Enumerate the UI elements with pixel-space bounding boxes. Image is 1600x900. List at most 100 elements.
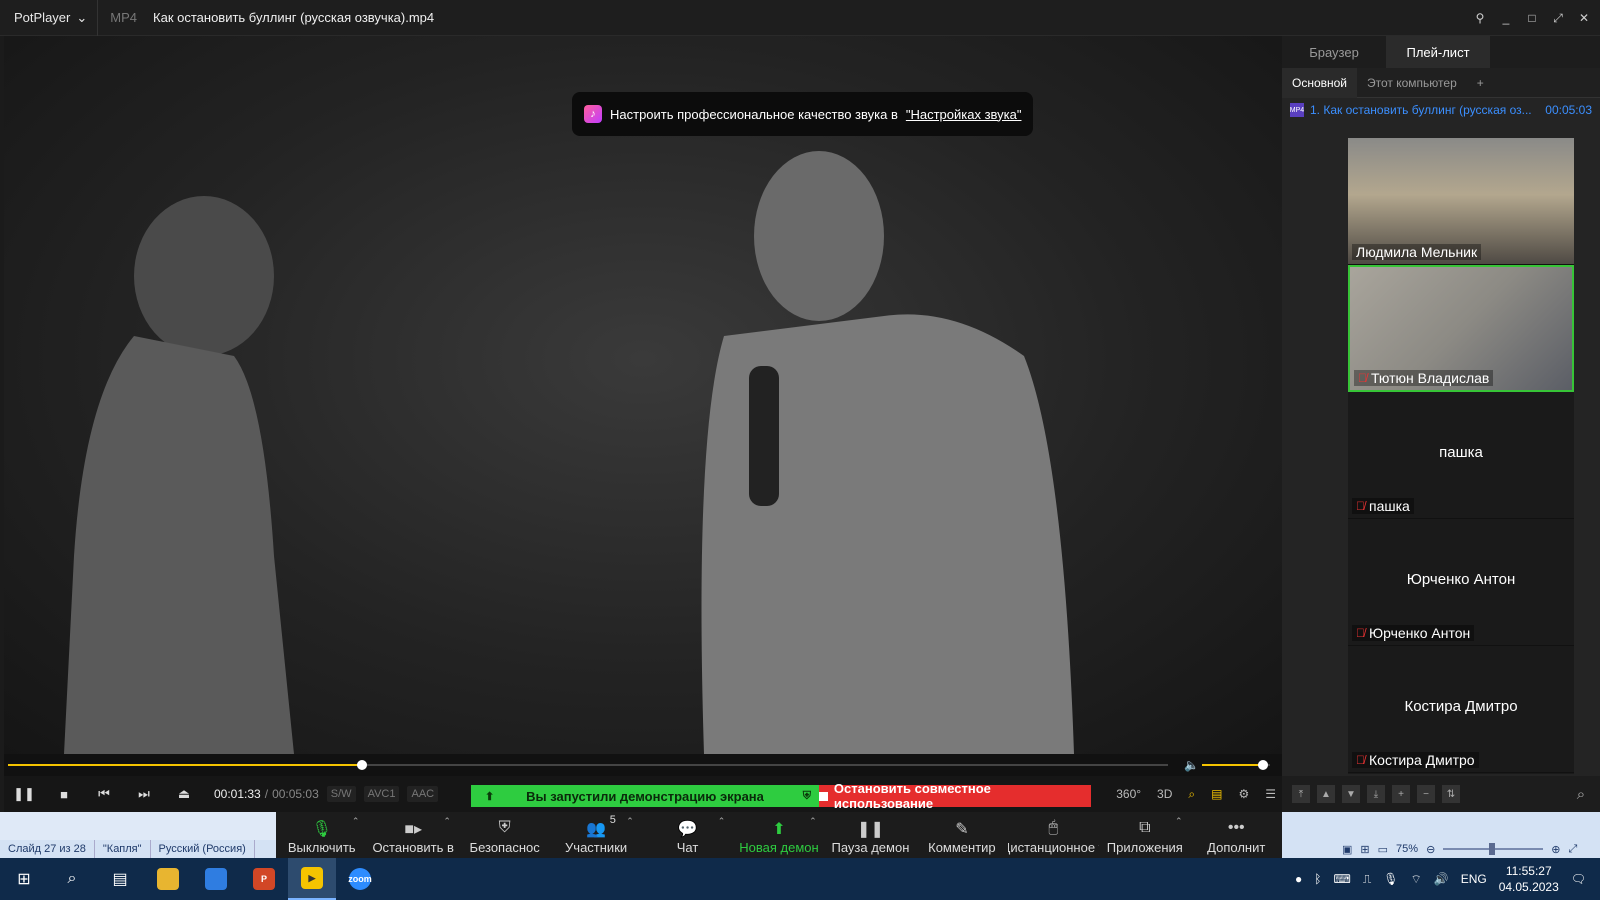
settings-icon[interactable]: ⚙ (1238, 787, 1249, 801)
slide-sorter-icon[interactable]: ⊞ (1360, 843, 1369, 856)
language-indicator[interactable]: Русский (Россия) (151, 840, 255, 858)
video-button[interactable]: ■▸ ⌃ Остановить в (367, 812, 458, 858)
3d-button[interactable]: 3D (1157, 787, 1172, 801)
close-button[interactable]: ✕ (1576, 10, 1592, 26)
move-bottom-icon[interactable]: ⤓ (1367, 785, 1385, 803)
eject-button[interactable]: ⏏ (164, 776, 204, 812)
camera-icon: ■▸ (404, 821, 423, 838)
maximize-button[interactable]: □ (1524, 10, 1540, 26)
volume-icon[interactable]: 🔈 (1184, 758, 1199, 772)
zoom-app-icon[interactable]: zoom (336, 858, 384, 900)
stop-button[interactable]: ■ (44, 776, 84, 812)
subtitle-icon[interactable]: ▤ (1211, 787, 1222, 801)
slide-indicator: Слайд 27 из 28 (0, 840, 95, 858)
usb-icon[interactable]: ⎍ (1363, 872, 1371, 887)
menu-icon[interactable]: ☰ (1265, 787, 1276, 801)
zoom-search-icon[interactable]: ⌕ (1188, 787, 1195, 802)
bluetooth-icon[interactable]: ᛒ (1314, 872, 1321, 886)
participant-tile[interactable]: Костира Дмитро 🎙̸ Костира Дмитро (1348, 646, 1574, 773)
keyboard-language[interactable]: ENG (1461, 872, 1487, 886)
caret-icon[interactable]: ⌃ (443, 816, 451, 827)
app-menu-button[interactable]: PotPlayer ⌄ (0, 0, 99, 36)
start-button[interactable]: ⊞ (0, 858, 48, 900)
participant-tile[interactable]: Юрченко Антон 🎙̸ Юрченко Антон (1348, 519, 1574, 646)
chat-button[interactable]: 💬 ⌃ Чат (642, 812, 733, 858)
participant-tile[interactable]: 🎙̸ Тютюн Владислав (1348, 265, 1574, 392)
normal-view-icon[interactable]: ▣ (1342, 843, 1352, 856)
file-explorer-icon[interactable] (144, 858, 192, 900)
caret-icon[interactable]: ⌃ (626, 816, 634, 827)
zoom-level[interactable]: 75% (1396, 843, 1418, 855)
video-area[interactable]: ♪ Настроить профессиональное качество зв… (4, 36, 1282, 754)
tag-video-codec[interactable]: AVC1 (363, 786, 400, 802)
annotate-button[interactable]: ✎ Комментир (916, 812, 1007, 858)
task-view-icon[interactable]: ▤ (96, 858, 144, 900)
chevron-down-icon: ⌄ (76, 9, 88, 25)
security-button[interactable]: ⛨ Безопаснос (459, 812, 550, 858)
zoom-slider[interactable] (1443, 843, 1544, 855)
caret-icon[interactable]: ⌃ (718, 816, 726, 827)
sharing-indicator[interactable]: ⬆ Вы запустили демонстрацию экрана ⛨ (471, 785, 819, 807)
sort-icon[interactable]: ⇅ (1442, 785, 1460, 803)
zoom-out-icon[interactable]: ⊖ (1426, 843, 1435, 856)
volume-level (1202, 764, 1264, 766)
participant-tile[interactable]: Людмила Мельник (1348, 138, 1574, 265)
more-button[interactable]: ••• Дополнит (1191, 812, 1282, 858)
reading-view-icon[interactable]: ▭ (1378, 843, 1388, 856)
subtab-add[interactable]: + (1467, 68, 1494, 98)
pause-share-button[interactable]: ❚❚ Пауза демон (825, 812, 916, 858)
potplayer-icon[interactable]: ▶ (288, 858, 336, 900)
tray-app-icon[interactable]: ● (1295, 872, 1302, 886)
move-up-icon[interactable]: ▲ (1317, 785, 1335, 803)
tab-browser[interactable]: Браузер (1282, 36, 1386, 68)
zoom-slider-knob[interactable] (1489, 843, 1496, 855)
tab-playlist[interactable]: Плей-лист (1386, 36, 1490, 68)
participant-name-tag: 🎙̸ пашка (1352, 498, 1414, 514)
subtab-this-computer[interactable]: Этот компьютер (1357, 68, 1467, 98)
playlist-item[interactable]: MP4 1. Как остановить буллинг (русская о… (1282, 98, 1600, 122)
clock[interactable]: 11:55:27 04.05.2023 (1499, 863, 1559, 895)
audio-settings-link[interactable]: "Настройках звука" (906, 107, 1022, 122)
tag-sw[interactable]: S/W (326, 786, 356, 802)
zoom-in-icon[interactable]: ⊕ (1551, 843, 1560, 856)
new-share-button[interactable]: ⬆ ⌃ Новая демон (733, 812, 824, 858)
caret-icon[interactable]: ⌃ (809, 816, 817, 827)
search-icon[interactable]: ⌕ (1572, 785, 1590, 803)
add-icon[interactable]: + (1392, 785, 1410, 803)
volume-knob[interactable] (1258, 760, 1269, 770)
speaker-icon[interactable]: 🔊 (1434, 872, 1449, 886)
seek-knob[interactable] (356, 760, 367, 770)
move-down-icon[interactable]: ▼ (1342, 785, 1360, 803)
vr360-button[interactable]: 360° (1116, 787, 1141, 801)
volume-slider[interactable] (1202, 760, 1270, 770)
caret-icon[interactable]: ⌃ (352, 816, 360, 827)
network-icon[interactable]: ⌨ (1333, 872, 1350, 886)
minimize-button[interactable]: _ (1498, 10, 1514, 26)
powerpoint-icon[interactable]: P (240, 858, 288, 900)
search-icon[interactable]: ⌕ (48, 858, 96, 900)
tag-audio-codec[interactable]: AAC (407, 786, 439, 802)
remove-icon[interactable]: − (1417, 785, 1435, 803)
microphone-icon[interactable]: 🎙 (1383, 872, 1398, 886)
pause-button[interactable]: ❚❚ (4, 776, 44, 812)
participant-tile[interactable]: пашка 🎙̸ пашка (1348, 392, 1574, 519)
store-icon[interactable] (192, 858, 240, 900)
subtab-main[interactable]: Основной (1282, 67, 1358, 98)
pin-icon[interactable]: ⚲ (1472, 10, 1488, 26)
mic-off-icon: 🎙̸ (1358, 371, 1367, 385)
next-button[interactable]: ⏭ (124, 776, 164, 812)
seek-slider[interactable] (8, 760, 1168, 770)
fit-window-icon[interactable]: ⤢ (1569, 843, 1578, 856)
remote-control-button[interactable]: 🖱 Дистанционное у (1008, 812, 1099, 858)
caret-icon[interactable]: ⌃ (1175, 816, 1183, 827)
fullscreen-button[interactable]: ⤢ (1550, 10, 1566, 26)
wifi-icon[interactable]: ⌔ (1410, 872, 1421, 887)
system-tray: ● ᛒ ⌨ ⎍ 🎙 ⌔ 🔊 ENG 11:55:27 04.05.2023 🗨 (1295, 858, 1600, 900)
mute-button[interactable]: 🎙 ⌃ Выключить (276, 812, 367, 858)
notifications-icon[interactable]: 🗨 (1571, 872, 1586, 886)
stop-share-button[interactable]: Остановить совместное использование (819, 781, 1091, 811)
participants-button[interactable]: 👥 5 ⌃ Участники (550, 812, 641, 858)
move-top-icon[interactable]: ⤒ (1292, 785, 1310, 803)
apps-button[interactable]: ⧉ ⌃ Приложения (1099, 812, 1190, 858)
previous-button[interactable]: ⏮ (84, 776, 124, 812)
